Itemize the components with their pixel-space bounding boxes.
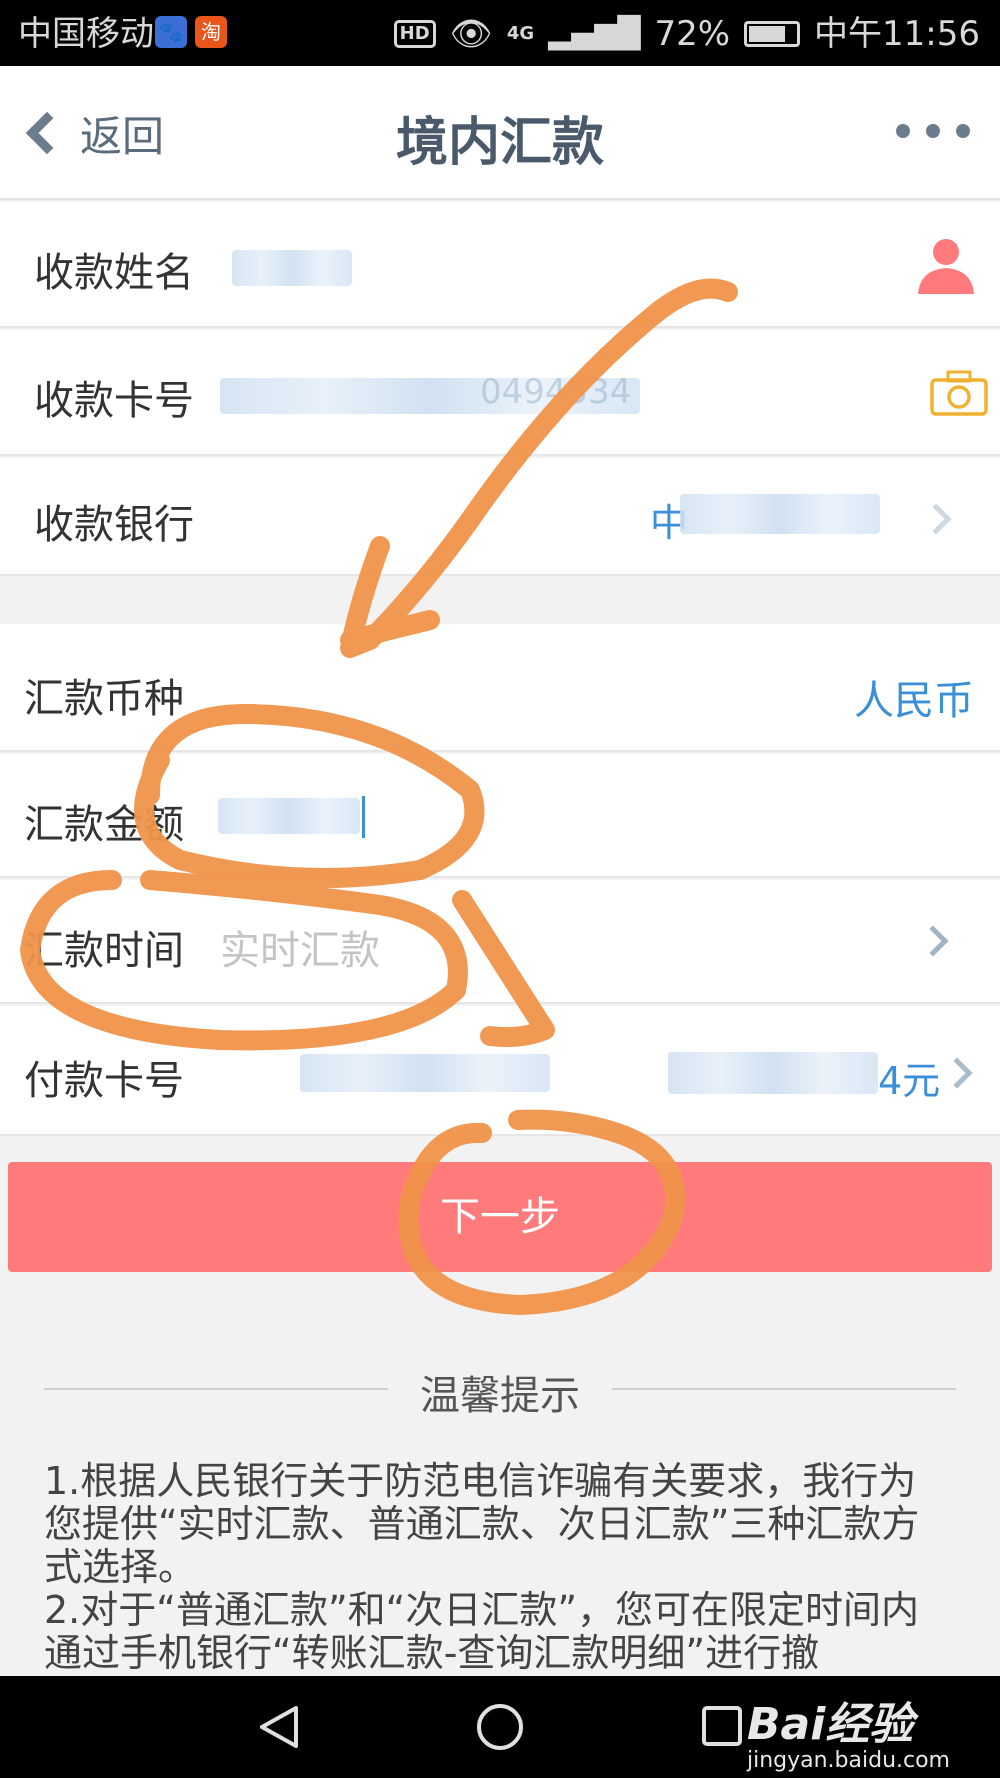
currency-label: 汇款币种 <box>24 676 184 722</box>
pay-card-balance-blurred <box>668 1052 878 1094</box>
pay-card-balance-suffix: 4元 <box>878 1059 941 1103</box>
next-step-button[interactable]: 下一步 <box>8 1162 992 1272</box>
eye-icon: 👁 <box>449 14 493 54</box>
network-type: 4G <box>506 23 535 44</box>
camera-icon[interactable] <box>930 370 988 416</box>
tips-divider-right <box>612 1388 956 1390</box>
remit-time-row[interactable]: 汇款时间 实时汇款 <box>0 880 1000 1004</box>
watermark-url: jingyan.baidu.com <box>746 1748 950 1773</box>
page-title: 境内汇款 <box>395 113 604 173</box>
payee-card-row[interactable]: 收款卡号 0494534 <box>0 330 1000 456</box>
carrier-name: 中国移动 <box>18 14 154 54</box>
status-bar: 中国移动 🐾 淘 HD 👁 4G ▂▄▆█ 72% 中午11:56 <box>0 0 1000 66</box>
battery-percent: 72% <box>654 14 731 54</box>
remit-time-label: 汇款时间 <box>24 928 184 974</box>
remit-time-placeholder: 实时汇款 <box>220 928 380 974</box>
payee-bank-value-blurred <box>680 494 880 534</box>
pay-card-label: 付款卡号 <box>24 1058 184 1104</box>
signal-icon: ▂▄▆█ <box>548 16 641 51</box>
payee-card-visible-digits: 0494534 <box>480 372 632 412</box>
battery-icon <box>744 21 801 47</box>
amount-input-blurred[interactable] <box>218 798 360 834</box>
hd-icon: HD <box>393 20 436 48</box>
pay-card-number-blurred <box>300 1054 550 1092</box>
recent-apps-icon[interactable] <box>700 1704 744 1748</box>
pay-card-row[interactable]: 付款卡号 4元 <box>0 1006 1000 1136</box>
chevron-right-icon <box>917 925 949 957</box>
baidu-jingyan-watermark: Bai经验 jingyan.baidu.com <box>747 1688 950 1773</box>
amount-label: 汇款金额 <box>24 802 184 848</box>
back-triangle-icon[interactable] <box>256 1704 302 1750</box>
more-dot-icon <box>896 124 910 138</box>
currency-row[interactable]: 汇款币种 人民币 <box>0 624 1000 752</box>
chevron-right-icon <box>941 1057 973 1089</box>
more-dot-icon <box>926 124 940 138</box>
more-button[interactable] <box>896 124 970 138</box>
more-dot-icon <box>956 124 970 138</box>
tips-body: 1.根据人民银行关于防范电信诈骗有关要求，我行为您提供“实时汇款、普通汇款、次日… <box>44 1460 920 1674</box>
clock: 中午11:56 <box>814 14 980 54</box>
currency-value[interactable]: 人民币 <box>854 668 974 726</box>
text-cursor <box>362 796 365 838</box>
taobao-app-icon: 淘 <box>195 16 227 48</box>
payee-name-value-blurred <box>232 250 352 286</box>
payee-bank-row[interactable]: 收款银行 中 <box>0 458 1000 576</box>
payee-bank-label: 收款银行 <box>34 502 194 548</box>
nav-bar: 返回 境内汇款 <box>0 66 1000 200</box>
payee-name-row[interactable]: 收款姓名 <box>0 202 1000 328</box>
home-circle-icon[interactable] <box>475 1702 525 1752</box>
payee-name-label: 收款姓名 <box>34 250 194 296</box>
watermark-logo: Bai经验 <box>746 1699 914 1750</box>
contact-person-icon[interactable] <box>914 232 978 296</box>
section-gap <box>0 576 1000 624</box>
payee-card-label: 收款卡号 <box>34 378 194 424</box>
chevron-right-icon <box>920 503 952 535</box>
baidu-app-icon: 🐾 <box>155 16 187 48</box>
amount-row[interactable]: 汇款金额 <box>0 754 1000 878</box>
tips-title: 温馨提示 <box>420 1373 580 1419</box>
